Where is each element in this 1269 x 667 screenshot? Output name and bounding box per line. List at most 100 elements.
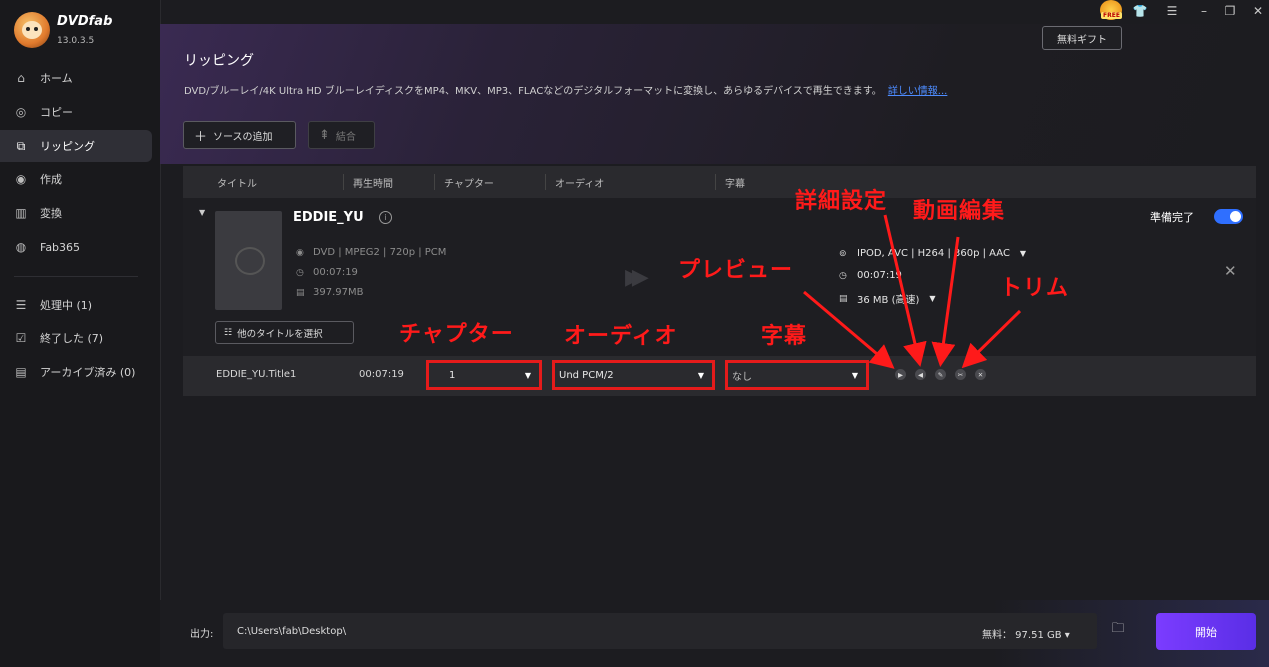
chapter-select[interactable]: 1 ▼: [426, 360, 542, 390]
sidebar-item-ripper[interactable]: ⧉ リッピング: [0, 130, 152, 162]
preview-button[interactable]: ▶: [895, 369, 906, 380]
page-title: リッピング: [184, 53, 254, 69]
processing-icon: ☰: [15, 298, 27, 312]
video-edit-button[interactable]: ✎: [935, 369, 946, 380]
free-space-text: 無料： 97.51 GB: [982, 630, 1062, 641]
subtitle-select[interactable]: なし ▼: [725, 360, 869, 390]
track-duration: 00:07:19: [359, 369, 404, 380]
track-name: EDDIE_YU.Title1: [216, 369, 297, 380]
annotation-advanced-settings: 詳細設定: [795, 189, 888, 214]
merge-button[interactable]: ⇞ 結合: [308, 121, 375, 149]
info-icon[interactable]: i: [379, 211, 392, 224]
annotation-trim: トリム: [1000, 276, 1070, 301]
source-size: ▤ 397.97MB: [296, 287, 363, 298]
restore-icon[interactable]: ❐: [1221, 2, 1239, 20]
free-badge-text: FREE: [1101, 12, 1122, 19]
annotation-video-edit: 動画編集: [913, 199, 1006, 224]
column-subtitle: 字幕: [725, 178, 745, 190]
play-icon: ▶: [898, 370, 903, 379]
sidebar-item-home[interactable]: ⌂ ホーム: [0, 62, 152, 94]
ready-label: 準備完了: [1150, 211, 1194, 224]
sidebar-item-label: リッピング: [40, 140, 95, 153]
finished-icon: ☑: [15, 331, 27, 345]
collapse-arrow-icon[interactable]: ▼: [199, 208, 205, 217]
app-logo: [14, 12, 50, 48]
disc-icon: ◉: [296, 247, 304, 258]
sidebar-item-label: 変換: [40, 207, 62, 220]
source-format: ◉ DVD | MPEG2 | 720p | PCM: [296, 247, 446, 258]
column-chapter: チャプター: [444, 178, 494, 190]
profile-icon: ⊚: [839, 248, 847, 259]
file-size-icon: ▤: [296, 287, 305, 298]
output-path-field[interactable]: [223, 613, 1097, 649]
ready-toggle[interactable]: [1214, 209, 1243, 224]
column-separator: [715, 174, 716, 190]
annotation-subtitle: 字幕: [761, 324, 808, 349]
sidebar-item-label: 作成: [40, 173, 62, 186]
output-profile[interactable]: ⊚ IPOD, AVC | H264 | 360p | AAC ▼: [839, 248, 1026, 259]
close-icon[interactable]: ✕: [1249, 2, 1267, 20]
column-separator: [434, 174, 435, 190]
free-gift-badge[interactable]: FREE: [1100, 0, 1122, 20]
add-source-button[interactable]: ＋ ソースの追加: [183, 121, 296, 149]
page-description: DVD/ブルーレイ/4K Ultra HD ブルーレイディスクをMP4、MKV、…: [184, 82, 947, 97]
column-separator: [545, 174, 546, 190]
home-icon: ⌂: [17, 71, 25, 85]
output-label: 出力:: [190, 629, 214, 640]
convert-arrow-icon: ▶▶: [625, 265, 649, 290]
merge-label: 結合: [335, 131, 356, 143]
folder-icon[interactable]: 🗀: [1108, 621, 1128, 639]
file-size-icon: ▤: [839, 293, 848, 304]
shirt-icon[interactable]: 👕: [1131, 2, 1149, 20]
sidebar-item-fab365[interactable]: ◍ Fab365: [0, 231, 152, 263]
select-other-titles-button[interactable]: ☷ 他のタイトルを選択: [215, 321, 354, 344]
sidebar-item-converter[interactable]: ▥ 変換: [0, 197, 152, 229]
creator-icon: ◉: [15, 172, 27, 186]
column-separator: [343, 174, 344, 190]
archive-icon: ▤: [15, 365, 27, 379]
sidebar-divider: [14, 276, 138, 277]
minimize-icon[interactable]: –: [1195, 2, 1213, 20]
audio-value: Und PCM/2: [559, 369, 614, 381]
output-duration: ◷ 00:07:19: [839, 270, 902, 281]
annotation-chapter: チャプター: [399, 322, 514, 347]
sidebar-item-copy[interactable]: ◎ コピー: [0, 96, 152, 128]
trim-button[interactable]: ✂: [955, 369, 966, 380]
source-format-text: DVD | MPEG2 | 720p | PCM: [313, 247, 447, 258]
sidebar-item-creator[interactable]: ◉ 作成: [0, 163, 152, 195]
column-audio: オーディオ: [555, 178, 605, 190]
source-size-text: 397.97MB: [313, 287, 364, 298]
scissors-icon: ✂: [957, 370, 964, 379]
annotation-preview: プレビュー: [678, 258, 794, 283]
remove-track-button[interactable]: ✕: [975, 369, 986, 380]
clock-icon: ◷: [839, 270, 847, 281]
free-space[interactable]: 無料： 97.51 GB ▾: [982, 626, 1070, 641]
app-version: 13.0.3.5: [57, 36, 95, 46]
menu-icon[interactable]: ☰: [1163, 2, 1181, 20]
fab365-icon: ◍: [15, 240, 27, 254]
free-gift-button[interactable]: 無料ギフト: [1042, 26, 1122, 50]
sidebar-item-processing[interactable]: ☰ 処理中 (1): [0, 289, 152, 321]
subtitle-value: なし: [732, 371, 752, 383]
chevron-down-icon: ▼: [929, 294, 936, 303]
more-info-link[interactable]: 詳しい情報...: [888, 86, 948, 97]
chapter-value: 1: [449, 369, 456, 381]
sidebar-item-finished[interactable]: ☑ 終了した (7): [0, 322, 152, 354]
advanced-settings-button[interactable]: ◀: [915, 369, 926, 380]
app-name: DVDfab: [57, 14, 113, 29]
chevron-down-icon: ▾: [1064, 630, 1070, 641]
output-duration-text: 00:07:19: [857, 270, 902, 281]
table-header: タイトル 再生時間 チャプター オーディオ 字幕: [183, 166, 1256, 198]
sidebar-item-archived[interactable]: ▤ アーカイブ済み (0): [0, 356, 152, 388]
remove-title-icon[interactable]: ✕: [1224, 262, 1237, 280]
table-row: [183, 356, 1256, 396]
start-button[interactable]: 開始: [1156, 613, 1256, 650]
settings-icon: ◀: [918, 370, 923, 379]
sidebar: DVDfab 13.0.3.5 ⌂ ホーム ◎ コピー ⧉ リッピング ◉ 作成…: [0, 0, 161, 667]
plus-icon: ＋: [194, 129, 208, 145]
logo-face: [22, 21, 42, 39]
add-source-label: ソースの追加: [213, 131, 273, 143]
sidebar-item-label: ホーム: [40, 72, 73, 85]
audio-select[interactable]: Und PCM/2 ▼: [552, 360, 715, 390]
output-size[interactable]: ▤ 36 MB (高速) ▼: [839, 291, 936, 307]
